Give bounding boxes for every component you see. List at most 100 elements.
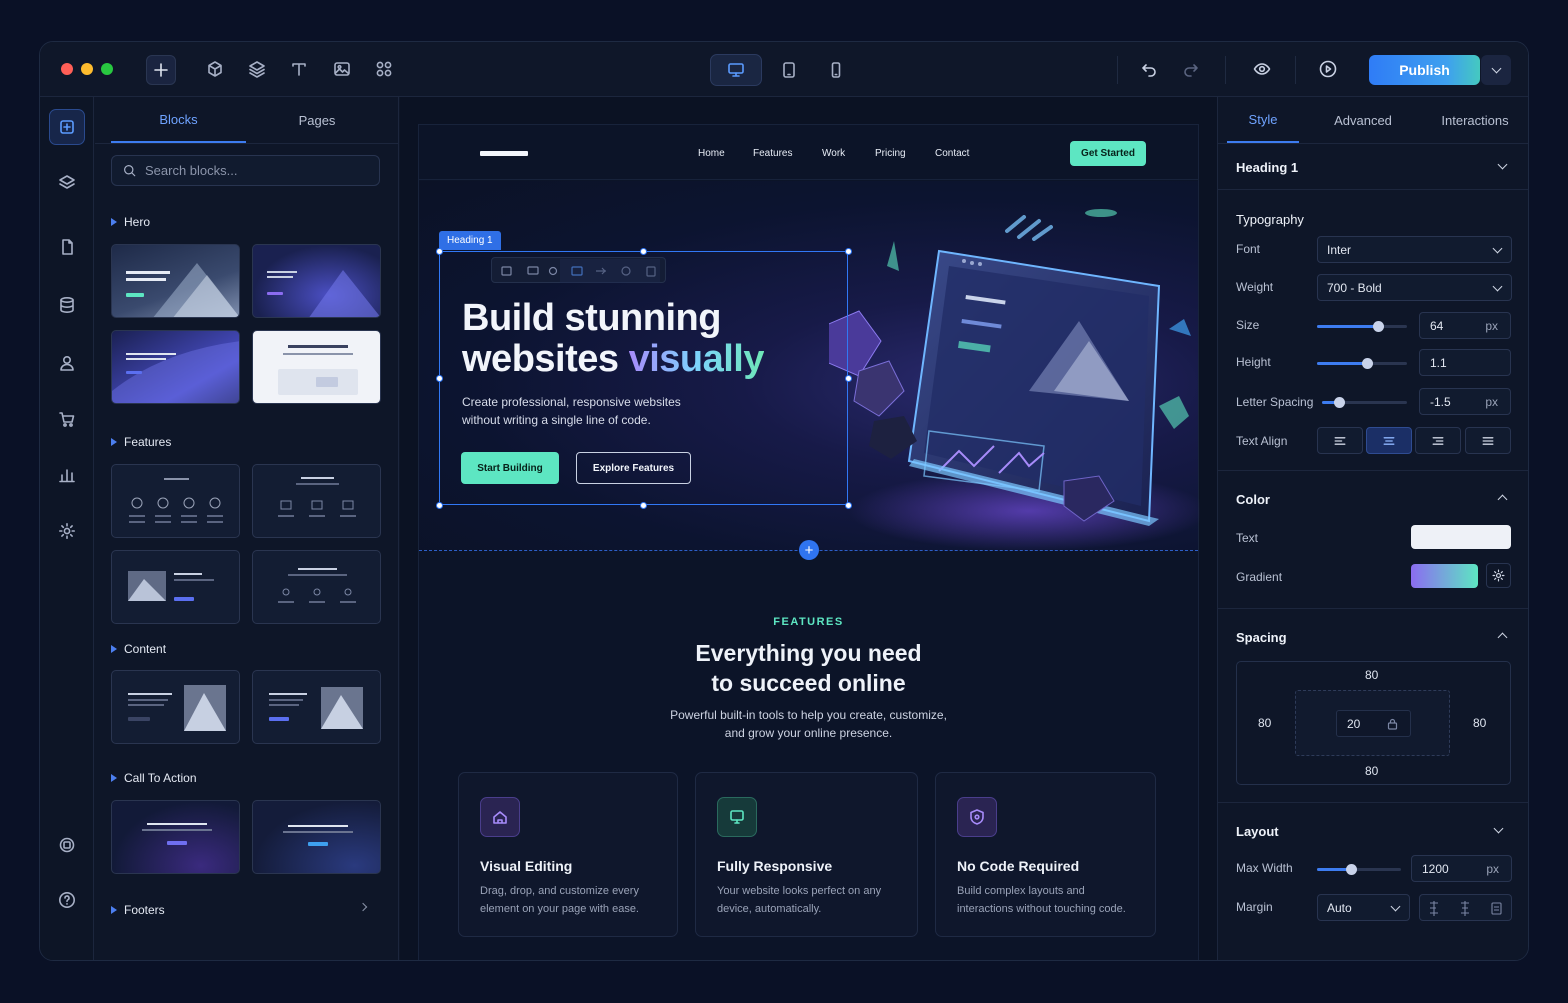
block-thumb-content-2[interactable] <box>252 670 381 744</box>
nav-pricing[interactable]: Pricing <box>875 148 906 159</box>
tab-pages[interactable]: Pages <box>246 97 388 143</box>
resize-handle[interactable] <box>436 248 443 255</box>
preview-button[interactable] <box>1248 55 1276 83</box>
slider-knob[interactable] <box>1373 321 1385 332</box>
line-height-input[interactable]: 1.1 <box>1419 349 1511 376</box>
rail-add-blocks[interactable] <box>49 109 85 145</box>
hero-section[interactable]: Build stunning websites visually Create … <box>419 181 1200 551</box>
nav-features[interactable]: Features <box>753 148 792 159</box>
add-section-button[interactable]: + <box>799 540 819 560</box>
rail-layers[interactable] <box>49 165 85 201</box>
align-left-button[interactable] <box>1317 427 1363 454</box>
margin-top-value[interactable]: 80 <box>1365 668 1378 682</box>
resize-handle[interactable] <box>436 502 443 509</box>
chevron-up-icon[interactable] <box>1497 494 1508 505</box>
align-right-button[interactable] <box>1415 427 1461 454</box>
play-button[interactable] <box>1314 55 1342 83</box>
tab-blocks[interactable]: Blocks <box>111 97 246 143</box>
section-features[interactable]: Features <box>111 435 171 449</box>
max-width-input[interactable]: 1200 px <box>1411 855 1512 882</box>
rail-settings[interactable] <box>49 513 85 549</box>
element-selector[interactable]: Heading 1 <box>1218 143 1528 190</box>
components-button[interactable] <box>201 55 229 83</box>
block-thumb-hero-4[interactable] <box>252 330 381 404</box>
tab-interactions[interactable]: Interactions <box>1425 97 1525 143</box>
section-call-to-action[interactable]: Call To Action <box>111 771 197 785</box>
desktop-view-button[interactable] <box>710 54 762 86</box>
gradient-settings-button[interactable] <box>1486 563 1511 588</box>
block-thumb-content-1[interactable] <box>111 670 240 744</box>
undo-button[interactable] <box>1135 55 1163 83</box>
tab-advanced[interactable]: Advanced <box>1313 97 1413 143</box>
widgets-button[interactable] <box>370 55 398 83</box>
rail-integrations[interactable] <box>49 827 85 863</box>
letter-spacing-slider[interactable] <box>1322 397 1407 408</box>
block-thumb-features-3[interactable] <box>111 550 240 624</box>
margin-bottom-value[interactable]: 80 <box>1365 764 1378 778</box>
block-thumb-features-1[interactable] <box>111 464 240 538</box>
section-footers[interactable]: Footers <box>111 903 165 917</box>
weight-select[interactable]: 700 - Bold <box>1317 274 1512 301</box>
resize-handle[interactable] <box>640 248 647 255</box>
block-thumb-features-4[interactable] <box>252 550 381 624</box>
tablet-view-button[interactable] <box>763 54 815 86</box>
margin-select[interactable]: Auto <box>1317 894 1410 921</box>
gradient-swatch[interactable] <box>1411 564 1478 588</box>
slider-knob[interactable] <box>1345 864 1357 875</box>
text-color-swatch[interactable] <box>1411 525 1511 549</box>
resize-handle[interactable] <box>845 375 852 382</box>
add-element-button[interactable] <box>146 55 176 85</box>
slider-knob[interactable] <box>1361 358 1373 369</box>
publish-button[interactable]: Publish <box>1369 55 1480 85</box>
resize-handle[interactable] <box>845 248 852 255</box>
size-slider[interactable] <box>1317 321 1407 332</box>
align-center-button[interactable] <box>1366 427 1412 454</box>
line-height-slider[interactable] <box>1317 358 1407 369</box>
text-tool-button[interactable] <box>285 55 313 83</box>
search-blocks-input[interactable] <box>145 163 365 178</box>
font-select[interactable]: Inter <box>1317 236 1512 263</box>
chevron-down-icon[interactable] <box>1493 823 1504 834</box>
minimize-window-dot[interactable] <box>81 63 93 75</box>
redo-button[interactable] <box>1177 55 1205 83</box>
letter-spacing-input[interactable]: -1.5 px <box>1419 388 1511 415</box>
tab-style[interactable]: Style <box>1227 97 1299 143</box>
selection-outline[interactable] <box>439 251 848 505</box>
chevron-up-icon[interactable] <box>1497 632 1508 643</box>
block-thumb-hero-1[interactable] <box>111 244 240 318</box>
block-thumb-features-2[interactable] <box>252 464 381 538</box>
rail-database[interactable] <box>49 287 85 323</box>
resize-handle[interactable] <box>845 502 852 509</box>
resize-handle[interactable] <box>640 502 647 509</box>
mobile-view-button[interactable] <box>810 54 862 86</box>
close-window-dot[interactable] <box>61 63 73 75</box>
margin-align-icons[interactable] <box>1420 895 1513 922</box>
search-blocks-field[interactable] <box>111 155 380 186</box>
feature-card-fully-responsive[interactable]: Fully Responsive Your website looks perf… <box>695 772 918 937</box>
block-thumb-cta-2[interactable] <box>252 800 381 874</box>
rail-help[interactable] <box>49 882 85 918</box>
nav-home[interactable]: Home <box>698 148 725 159</box>
margin-left-value[interactable]: 80 <box>1258 716 1271 730</box>
feature-card-no-code[interactable]: No Code Required Build complex layouts a… <box>935 772 1156 937</box>
section-content[interactable]: Content <box>111 642 166 656</box>
feature-card-visual-editing[interactable]: Visual Editing Drag, drop, and customize… <box>458 772 678 937</box>
resize-handle[interactable] <box>436 375 443 382</box>
rail-pages[interactable] <box>49 229 85 265</box>
slider-knob[interactable] <box>1334 397 1345 408</box>
block-thumb-hero-3[interactable] <box>111 330 240 404</box>
section-hero[interactable]: Hero <box>111 215 150 229</box>
publish-options-button[interactable] <box>1481 55 1511 85</box>
block-thumb-hero-2[interactable] <box>252 244 381 318</box>
nav-work[interactable]: Work <box>822 148 845 159</box>
image-tool-button[interactable] <box>328 55 356 83</box>
padding-input[interactable]: 20 <box>1336 710 1411 737</box>
rail-ecommerce[interactable] <box>49 401 85 437</box>
rail-analytics[interactable] <box>49 457 85 493</box>
max-width-slider[interactable] <box>1317 864 1401 875</box>
nav-get-started-button[interactable]: Get Started <box>1070 141 1146 166</box>
nav-contact[interactable]: Contact <box>935 148 969 159</box>
rail-users[interactable] <box>49 345 85 381</box>
align-justify-button[interactable] <box>1465 427 1511 454</box>
margin-right-value[interactable]: 80 <box>1473 716 1486 730</box>
